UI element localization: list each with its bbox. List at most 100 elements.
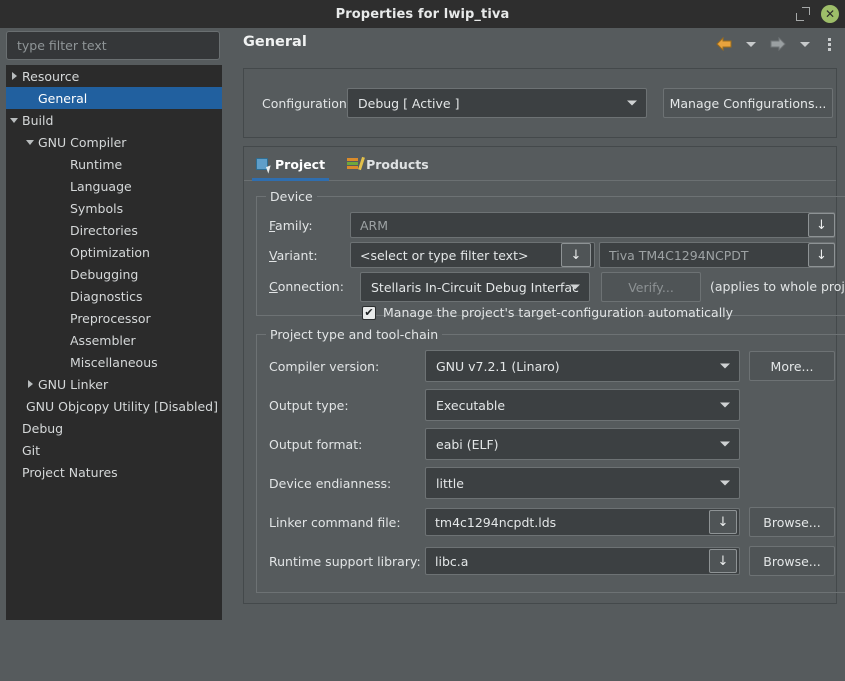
toolchain-row: Output type: Executable (257, 389, 845, 421)
manage-target-config-checkbox-row[interactable]: ✔ Manage the project's target-configurat… (362, 305, 733, 320)
sidebar-item-label: GNU Objcopy Utility [Disabled] (25, 398, 218, 414)
back-history-chevron-down-icon[interactable] (740, 33, 762, 55)
variant-filter-field[interactable]: <select or type filter text> (350, 242, 595, 268)
sidebar-item-language[interactable]: Language (6, 175, 222, 197)
connection-label: Connection: (269, 279, 344, 294)
sidebar-item-label: Debugging (70, 266, 139, 282)
kebab-menu-icon[interactable] (821, 33, 837, 55)
toolchain-row-value: libc.a (435, 553, 469, 569)
sidebar-item-optimization[interactable]: Optimization (6, 241, 222, 263)
toolchain-row-select[interactable]: GNU v7.2.1 (Linaro) (425, 350, 740, 382)
browse-button[interactable]: Browse... (749, 507, 835, 537)
tab-project[interactable]: Project (251, 151, 330, 181)
variant-filter-value: <select or type filter text> (360, 247, 529, 263)
tab-products-label: Products (366, 156, 429, 172)
configuration-label: Configuration: (262, 96, 351, 111)
back-arrow-icon[interactable] (713, 33, 735, 55)
sidebar-item-directories[interactable]: Directories (6, 219, 222, 241)
family-down-arrow-icon[interactable]: ↓ (808, 213, 835, 237)
products-icon (347, 156, 365, 171)
sidebar-item-debug[interactable]: Debug (6, 417, 222, 439)
sidebar-item-label: Miscellaneous (70, 354, 158, 370)
sidebar-item-general[interactable]: General (6, 87, 222, 109)
chevron-down-icon (720, 402, 730, 408)
manage-configurations-button[interactable]: Manage Configurations... (663, 88, 833, 118)
toolchain-row-field[interactable]: tm4c1294ncpdt.lds (425, 508, 740, 536)
sidebar-item-runtime[interactable]: Runtime (6, 153, 222, 175)
sidebar-item-assembler[interactable]: Assembler (6, 329, 222, 351)
tab-host: Project Products Device Family: ARM ↓ Va… (243, 146, 845, 604)
chevron-down-icon[interactable] (6, 109, 22, 131)
toolchain-row-extra-label: Browse... (763, 514, 821, 530)
settings-tree[interactable]: Resource General Build GNU Compiler Runtime L… (6, 65, 222, 645)
family-value: ARM (360, 217, 389, 233)
sidebar-item-label: Optimization (70, 244, 150, 260)
toolchain-row-field[interactable]: libc.a (425, 547, 740, 575)
sidebar-item-label: Symbols (70, 200, 124, 216)
sidebar-item-preprocessor[interactable]: Preprocessor (6, 307, 222, 329)
family-field: ARM (350, 212, 835, 238)
variant-device-down-arrow-icon[interactable]: ↓ (808, 243, 835, 267)
verify-button[interactable]: Verify... (601, 272, 701, 302)
sidebar-item-resource[interactable]: Resource (6, 65, 222, 87)
tab-products[interactable]: Products (347, 151, 429, 181)
chevron-right-icon[interactable] (6, 65, 22, 87)
more-button[interactable]: More... (749, 351, 835, 381)
sidebar-item-miscellaneous[interactable]: Miscellaneous (6, 351, 222, 373)
close-icon[interactable]: ✕ (821, 5, 839, 23)
toolchain-row-extra-label: More... (770, 358, 814, 374)
variant-filter-down-arrow-icon[interactable]: ↓ (561, 243, 591, 267)
chevron-down-icon[interactable] (22, 131, 38, 153)
sidebar-item-label: Git (22, 442, 41, 458)
toolchain-row-label: Output format: (269, 437, 363, 452)
toolchain-row: Output format: eabi (ELF) (257, 428, 845, 460)
chevron-down-icon (627, 100, 637, 106)
filter-placeholder: type filter text (17, 38, 107, 53)
page-title: General (243, 34, 307, 50)
toolchain-row-select[interactable]: eabi (ELF) (425, 428, 740, 460)
connection-value: Stellaris In-Circuit Debug Interfac (371, 279, 579, 295)
restore-icon[interactable] (795, 6, 811, 22)
toolchain-row-down-arrow-icon[interactable]: ↓ (709, 510, 737, 534)
toolchain-row-down-arrow-icon[interactable]: ↓ (709, 549, 737, 573)
configuration-value: Debug [ Active ] (358, 95, 460, 111)
sidebar-item-gnu-compiler[interactable]: GNU Compiler (6, 131, 222, 153)
forward-history-chevron-down-icon[interactable] (794, 33, 816, 55)
forward-arrow-icon[interactable] (767, 33, 789, 55)
sidebar-item-build[interactable]: Build (6, 109, 222, 131)
sidebar-item-label: Directories (70, 222, 138, 238)
sidebar-item-debugging[interactable]: Debugging (6, 263, 222, 285)
toolchain-row-value: GNU v7.2.1 (Linaro) (436, 358, 560, 374)
toolchain-row-select[interactable]: little (425, 467, 740, 499)
chevron-right-icon[interactable] (22, 373, 38, 395)
connection-row: Connection: Stellaris In-Circuit Debug I… (257, 272, 845, 302)
window-title: Properties for lwip_tiva (335, 6, 510, 22)
browse-button[interactable]: Browse... (749, 546, 835, 576)
sidebar-item-label: GNU Compiler (38, 134, 127, 150)
settings-navigation-panel: type filter text Resource General Build GNU… (0, 28, 228, 645)
sidebar-item-gnu-linker[interactable]: GNU Linker (6, 373, 222, 395)
sidebar-item-gnu-objcopy-utility-disabled[interactable]: GNU Objcopy Utility [Disabled] (6, 395, 222, 417)
sidebar-item-git[interactable]: Git (6, 439, 222, 461)
variant-row: Variant: <select or type filter text> ↓ … (257, 242, 845, 268)
filter-input[interactable]: type filter text (6, 31, 220, 60)
sidebar-item-project-natures[interactable]: Project Natures (6, 461, 222, 483)
connection-select[interactable]: Stellaris In-Circuit Debug Interfac (360, 272, 590, 302)
sidebar-item-symbols[interactable]: Symbols (6, 197, 222, 219)
variant-device-field[interactable]: Tiva TM4C1294NCPDT (599, 242, 835, 268)
family-row: Family: ARM ↓ (257, 212, 845, 238)
sidebar-item-diagnostics[interactable]: Diagnostics (6, 285, 222, 307)
chevron-down-icon (720, 480, 730, 486)
configuration-select[interactable]: Debug [ Active ] (347, 88, 647, 118)
device-group: Device Family: ARM ↓ Variant: <select or… (256, 189, 845, 320)
toolchain-row-select[interactable]: Executable (425, 389, 740, 421)
manage-target-config-checkbox[interactable]: ✔ (362, 305, 376, 320)
